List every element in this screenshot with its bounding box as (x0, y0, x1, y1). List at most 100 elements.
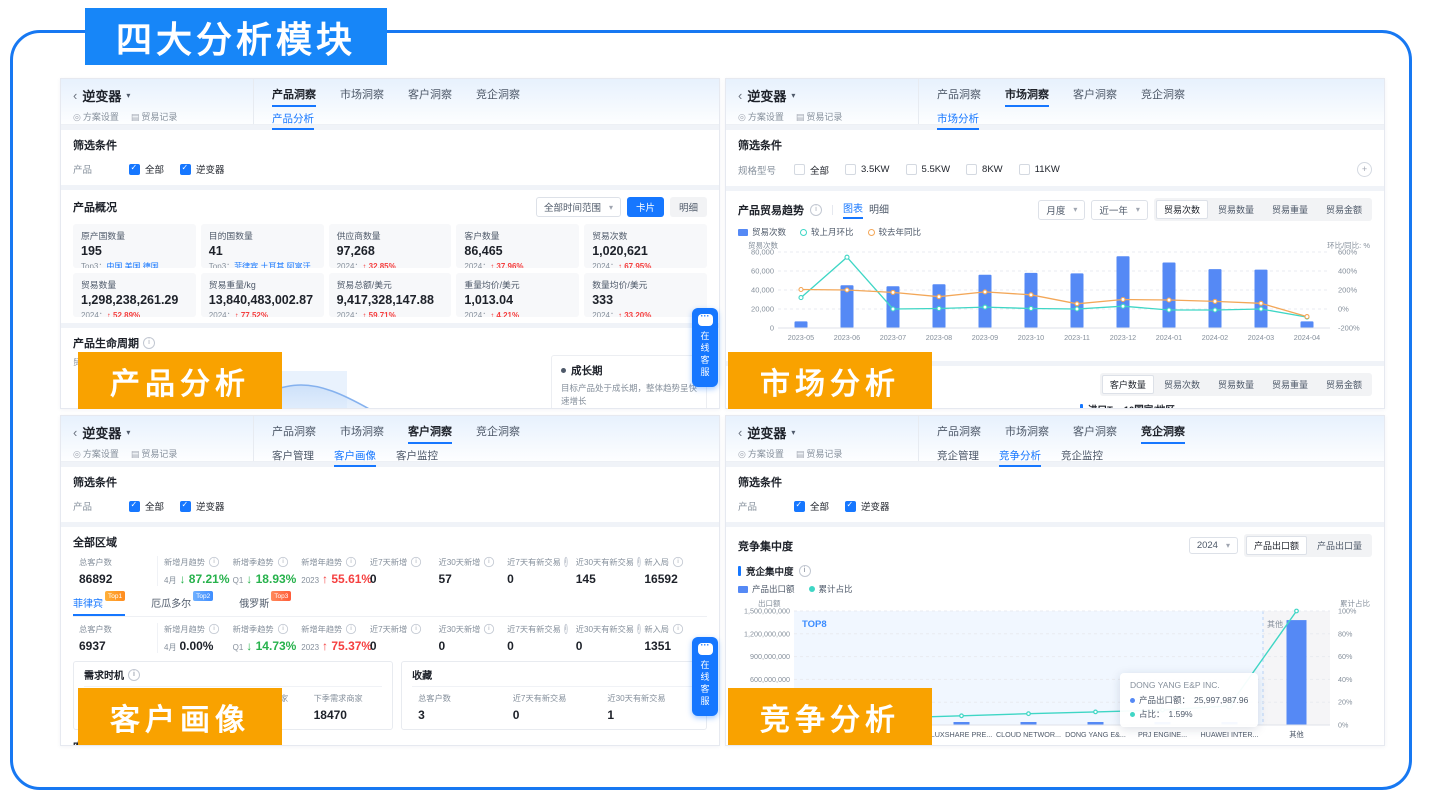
support-button[interactable]: 在线客服 (692, 308, 718, 387)
expand-filter-icon[interactable]: + (1357, 162, 1372, 177)
checkbox-option[interactable]: 8KW (966, 164, 1003, 175)
scheme-title[interactable]: 逆变器 (82, 423, 121, 442)
chevron-down-icon[interactable]: ▾ (791, 428, 795, 437)
trade-trend-chart[interactable]: 贸易次数环比/同比: %020,00040,00060,00080,000-20… (738, 240, 1372, 355)
info-icon[interactable]: i (564, 624, 567, 634)
card-links[interactable]: 中国 美国 德国 (106, 262, 158, 269)
metric-card[interactable]: 供应商数量97,2682024：↑ 32.85% (329, 224, 452, 268)
chevron-down-icon[interactable]: ▾ (791, 91, 795, 100)
info-icon[interactable]: i (673, 557, 683, 567)
info-icon[interactable]: i (810, 204, 822, 216)
records-button[interactable]: ▤贸易记录 (796, 110, 843, 123)
tab-chart-view[interactable]: 图表 (843, 200, 863, 219)
main-tab-市场洞察[interactable]: 市场洞察 (1005, 86, 1049, 107)
checkbox[interactable] (845, 164, 856, 175)
main-tab-客户洞察[interactable]: 客户洞察 (408, 423, 452, 444)
metric-card[interactable]: 贸易重量/kg13,840,483,002.872024：↑ 77.52% (201, 273, 324, 317)
metric-card[interactable]: 贸易次数1,020,6212024：↑ 67.95% (584, 224, 707, 268)
info-icon[interactable]: i (637, 624, 640, 634)
sub-tab-市场分析[interactable]: 市场分析 (937, 111, 979, 130)
scheme-title[interactable]: 逆变器 (82, 86, 121, 105)
back-chevron-icon[interactable]: ‹ (73, 88, 77, 103)
checkbox[interactable] (906, 164, 917, 175)
records-button[interactable]: ▤贸易记录 (131, 447, 178, 460)
checkbox-option[interactable]: 全部 (794, 163, 829, 177)
metric-button-产品出口额[interactable]: 产品出口额 (1246, 536, 1307, 555)
country-tab-俄罗斯[interactable]: 俄罗斯Top3 (239, 595, 291, 616)
checkbox[interactable] (845, 501, 856, 512)
back-chevron-icon[interactable]: ‹ (738, 425, 742, 440)
info-icon[interactable]: i (209, 557, 219, 567)
checkbox-option[interactable]: 全部 (794, 499, 829, 513)
main-tab-客户洞察[interactable]: 客户洞察 (408, 86, 452, 107)
metric-card[interactable]: 数量均价/美元3332024：↑ 33.20% (584, 273, 707, 317)
metric-button-贸易重量[interactable]: 贸易重量 (1264, 375, 1316, 394)
scheme-title[interactable]: 逆变器 (747, 423, 786, 442)
chevron-down-icon[interactable]: ▾ (126, 428, 130, 437)
metric-card[interactable]: 贸易总额/美元9,417,328,147.882024：↑ 59.71% (329, 273, 452, 317)
metric-button-贸易次数[interactable]: 贸易次数 (1156, 375, 1208, 394)
checkbox[interactable] (180, 164, 191, 175)
checkbox-option[interactable]: 全部 (129, 162, 164, 176)
metric-card[interactable]: 客户数量86,4652024：↑ 37.96% (456, 224, 579, 268)
checkbox-option[interactable]: 全部 (129, 499, 164, 513)
back-chevron-icon[interactable]: ‹ (73, 425, 77, 440)
metric-button-贸易数量[interactable]: 贸易数量 (1210, 200, 1262, 219)
metric-button-贸易重量[interactable]: 贸易重量 (1264, 200, 1316, 219)
chevron-down-icon[interactable]: ▾ (126, 91, 130, 100)
legend-item-产品出口额[interactable]: 产品出口额 (738, 583, 795, 595)
checkbox[interactable] (129, 164, 140, 175)
checkbox-option[interactable]: 5.5KW (906, 164, 951, 175)
checkbox-option[interactable]: 逆变器 (845, 499, 890, 513)
legend-item-贸易次数[interactable]: 贸易次数 (738, 226, 786, 238)
legend-item-较去年同比[interactable]: 较去年同比 (868, 226, 922, 238)
main-tab-竞企洞察[interactable]: 竞企洞察 (476, 423, 520, 444)
metric-button-贸易金额[interactable]: 贸易金额 (1318, 200, 1370, 219)
legend-item-较上月环比[interactable]: 较上月环比 (800, 226, 854, 238)
checkbox[interactable] (1019, 164, 1030, 175)
main-tab-市场洞察[interactable]: 市场洞察 (340, 423, 384, 444)
country-tab-菲律宾[interactable]: 菲律宾Top1 (73, 595, 125, 616)
support-button[interactable]: 在线客服 (692, 637, 718, 716)
country-tab-厄瓜多尔[interactable]: 厄瓜多尔Top2 (151, 595, 213, 616)
checkbox[interactable] (129, 501, 140, 512)
main-tab-竞企洞察[interactable]: 竞企洞察 (476, 86, 520, 107)
sub-tab-客户监控[interactable]: 客户监控 (396, 448, 438, 467)
metric-card[interactable]: 目的国数量41Top3：菲律宾 土耳其 阿富汗 (201, 224, 324, 268)
sub-tab-客户画像[interactable]: 客户画像 (334, 448, 376, 467)
checkbox[interactable] (180, 501, 191, 512)
info-icon[interactable]: i (346, 624, 356, 634)
records-button[interactable]: ▤贸易记录 (796, 447, 843, 460)
metric-card[interactable]: 原产国数量195Top3：中国 美国 德国 (73, 224, 196, 268)
info-icon[interactable]: i (484, 624, 494, 634)
sub-tab-竞企监控[interactable]: 竞企监控 (1061, 448, 1103, 467)
view-card-button[interactable]: 卡片 (627, 197, 664, 217)
main-tab-竞企洞察[interactable]: 竞企洞察 (1141, 86, 1185, 107)
main-tab-市场洞察[interactable]: 市场洞察 (340, 86, 384, 107)
checkbox-option[interactable]: 3.5KW (845, 164, 890, 175)
settings-button[interactable]: ◎方案设置 (738, 110, 784, 123)
checkbox[interactable] (966, 164, 977, 175)
main-tab-产品洞察[interactable]: 产品洞察 (272, 423, 316, 444)
settings-button[interactable]: ◎方案设置 (73, 447, 119, 460)
sub-tab-竞争分析[interactable]: 竞争分析 (999, 448, 1041, 467)
metric-button-贸易次数[interactable]: 贸易次数 (1156, 200, 1208, 219)
info-icon[interactable]: i (637, 557, 640, 567)
sub-tab-产品分析[interactable]: 产品分析 (272, 111, 314, 130)
info-icon[interactable]: i (411, 624, 421, 634)
year-select[interactable]: 2024 ▾ (1189, 537, 1238, 554)
info-icon[interactable]: i (277, 557, 287, 567)
stage-card[interactable]: 成长期目标产品处于成长期，整体趋势呈快速增长 (551, 355, 707, 409)
main-tab-竞企洞察[interactable]: 竞企洞察 (1141, 423, 1185, 444)
card-links[interactable]: 菲律宾 土耳其 阿富汗 (234, 262, 310, 269)
info-icon[interactable]: i (673, 624, 683, 634)
info-icon[interactable]: i (143, 337, 155, 349)
period-select[interactable]: 月度 ▾ (1038, 200, 1085, 220)
info-icon[interactable]: i (564, 557, 567, 567)
metric-card[interactable]: 贸易数量1,298,238,261.292024：↑ 52.89% (73, 273, 196, 317)
info-icon[interactable]: i (128, 669, 140, 681)
checkbox[interactable] (794, 164, 805, 175)
main-tab-产品洞察[interactable]: 产品洞察 (937, 423, 981, 444)
records-button[interactable]: ▤贸易记录 (131, 110, 178, 123)
sub-tab-客户管理[interactable]: 客户管理 (272, 448, 314, 467)
